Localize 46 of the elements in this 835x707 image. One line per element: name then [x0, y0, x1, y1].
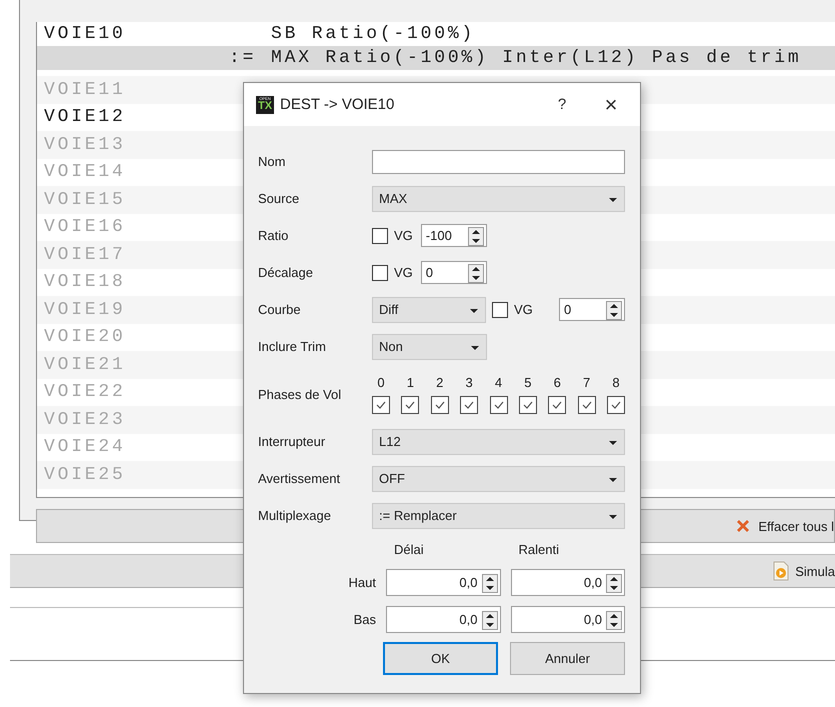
- channel-name: VOIE16: [43, 217, 127, 238]
- field-label: Courbe: [258, 302, 302, 317]
- channel-name: VOIE13: [43, 134, 127, 155]
- field-label: Bas: [354, 612, 376, 627]
- channel-name: VOIE19: [43, 300, 127, 320]
- channel-name: VOIE12: [43, 107, 127, 128]
- channel-name: VOIE24: [43, 437, 127, 458]
- channel-name: VOIE11: [43, 80, 127, 100]
- field-label: Source: [258, 191, 300, 206]
- field-label: Multiplexage: [258, 508, 332, 523]
- phase-number: 2: [436, 374, 444, 390]
- phase-number: 6: [554, 374, 561, 390]
- channel-name: VOIE15: [43, 190, 127, 210]
- dialog-title: DEST -> VOIE10: [280, 96, 396, 113]
- phase-number: 0: [377, 374, 385, 390]
- mix-line-text: MAX Ratio(-100%) Inter(L12) Pas de trim: [271, 48, 802, 68]
- channel-name: VOIE23: [43, 410, 127, 430]
- checkbox-label: VG: [514, 302, 533, 317]
- channel-name: VOIE14: [43, 162, 127, 182]
- column-header: Délai: [393, 542, 425, 556]
- field-label: Avertissement: [258, 471, 342, 486]
- field-label: Interrupteur: [258, 434, 326, 449]
- phase-number: 3: [466, 374, 473, 390]
- mix-line-text: SB Ratio(-100%): [271, 24, 476, 44]
- checkbox-label: VG: [394, 265, 413, 280]
- checkbox-label: VG: [394, 228, 413, 243]
- field-label: Phases de Vol: [258, 386, 342, 402]
- channel-name: VOIE18: [43, 272, 127, 292]
- channel-name: VOIE22: [43, 382, 127, 402]
- channel-name: VOIE10: [43, 24, 127, 44]
- phase-number: 1: [406, 374, 414, 390]
- field-label: Nom: [258, 154, 286, 169]
- operator-text: :=: [229, 48, 256, 68]
- channel-name: VOIE21: [43, 354, 127, 375]
- channel-name: VOIE17: [43, 244, 127, 265]
- field-label: Décalage: [258, 265, 314, 280]
- phase-number: 5: [524, 374, 532, 390]
- field-label: Inclure Trim: [258, 339, 327, 354]
- phase-number: 7: [583, 374, 590, 390]
- channel-name: VOIE25: [43, 464, 127, 485]
- channel-name: VOIE20: [43, 327, 127, 348]
- field-label: Ratio: [258, 228, 290, 243]
- field-label: Haut: [348, 575, 376, 590]
- phase-number: 4: [494, 374, 502, 390]
- phase-number: 8: [612, 374, 620, 390]
- column-header: Ralenti: [518, 542, 560, 556]
